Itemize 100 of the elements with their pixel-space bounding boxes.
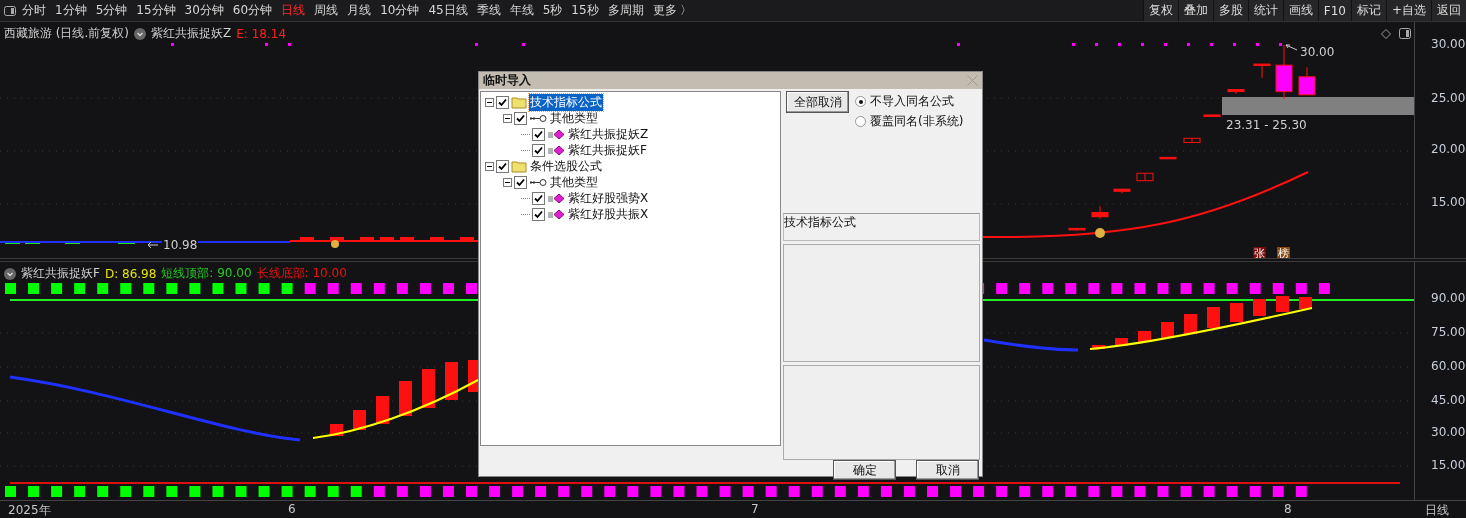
option-label[interactable]: 覆盖同名(非系统) [855, 113, 964, 130]
histogram-bar [1207, 307, 1220, 328]
checkbox[interactable] [532, 207, 545, 221]
histogram-bar [1138, 331, 1151, 342]
tree-item[interactable]: 紫红好股共振X [567, 205, 650, 223]
price-range-label: 23.31 - 25.30 [1225, 118, 1308, 132]
high-price-label: 30.00 [1299, 45, 1336, 59]
histogram-bar [1161, 322, 1174, 338]
period-tab[interactable]: 15秒 [571, 2, 599, 19]
candlestick [1253, 63, 1271, 79]
histogram-bar [1276, 296, 1289, 312]
period-tab[interactable]: 分时 [22, 2, 46, 19]
period-tab[interactable]: 5秒 [542, 2, 563, 19]
info-text: 技术指标公式 [784, 215, 856, 229]
axis-label: 30.00 [1431, 37, 1466, 51]
panel-toggle-icon[interactable] [1399, 28, 1411, 39]
checkbox[interactable] [496, 95, 509, 109]
checkbox[interactable] [514, 111, 527, 125]
tag-badge: 张 [1253, 247, 1266, 258]
tree-item[interactable]: 技术指标公式 [529, 93, 603, 111]
diamond-icon [547, 208, 565, 220]
collapse-icon[interactable] [503, 113, 512, 123]
histogram-bar [422, 369, 435, 408]
date-label: 6 [288, 502, 296, 516]
tree-item[interactable]: 紫红共振捉妖Z [567, 125, 650, 143]
diamond-icon [547, 192, 565, 204]
candlestick [1091, 205, 1109, 220]
histogram-bar [1230, 303, 1243, 322]
candlestick [1136, 172, 1154, 182]
sidebar-toggle-icon[interactable] [4, 5, 16, 16]
histogram-bar [1092, 345, 1105, 349]
tree-item[interactable]: 条件选股公式 [529, 157, 603, 175]
period-tab[interactable]: 多周期 [607, 2, 644, 19]
candlestick [1068, 227, 1086, 231]
toolbar-button[interactable]: 复权 [1142, 0, 1178, 21]
tree-item[interactable]: 其他类型 [549, 109, 599, 127]
dialog-button[interactable]: 确定 [833, 460, 896, 480]
low-price-label: 10.98 [162, 238, 199, 252]
folder-icon [511, 159, 527, 173]
toolbar-button[interactable]: 标记 [1350, 0, 1386, 21]
indicator-reading: D: 86.98 [104, 266, 157, 281]
period-tab[interactable]: 60分钟 [232, 2, 273, 19]
collapse-icon[interactable] [503, 177, 512, 187]
collapse-icon[interactable] [485, 97, 494, 107]
histogram-bar [1184, 314, 1197, 334]
clear-all-button[interactable]: 全部取消 [786, 91, 849, 113]
axis-label: 60.00 [1431, 359, 1466, 373]
toolbar-button[interactable]: 多股 [1212, 0, 1248, 21]
checkbox[interactable] [514, 175, 527, 189]
axis-label: 45.00 [1431, 393, 1466, 407]
tree-item[interactable]: 紫红好股强势X [567, 189, 650, 207]
toolbar-button[interactable]: F10 [1317, 0, 1351, 21]
checkbox[interactable] [532, 127, 545, 141]
period-tab[interactable]: 5分钟 [95, 2, 128, 19]
indicator-name: 紫红共振捉妖F [21, 265, 100, 282]
option-label[interactable]: 不导入同名公式 [855, 93, 964, 110]
histogram-bar [1299, 297, 1312, 309]
candlestick [1159, 156, 1177, 160]
arrow-icon [1284, 44, 1298, 52]
checkbox[interactable] [532, 191, 545, 205]
checkbox[interactable] [496, 159, 509, 173]
period-tab[interactable]: 15分钟 [136, 2, 176, 19]
toolbar-button[interactable]: 叠加 [1177, 0, 1213, 21]
period-tab[interactable]: 日线 [281, 2, 306, 19]
candlestick [1275, 44, 1293, 100]
period-tab[interactable]: 季线 [476, 2, 501, 19]
indicator-reading: 长线底部: 10.00 [256, 265, 347, 282]
histogram-bar [1253, 299, 1266, 316]
dropdown-icon[interactable] [4, 267, 16, 280]
candlestick [1203, 114, 1221, 117]
toolbar-button[interactable]: 统计 [1247, 0, 1283, 21]
tree-item[interactable]: 其他类型 [549, 173, 599, 191]
dropdown-icon[interactable] [134, 27, 146, 40]
toolbar-button[interactable]: +自选 [1385, 0, 1431, 21]
period-tab[interactable]: 月线 [347, 2, 372, 19]
period-tab[interactable]: 年线 [509, 2, 534, 19]
diamond-icon[interactable] [1381, 29, 1391, 39]
collapse-icon[interactable] [485, 161, 494, 171]
tree-item[interactable]: 紫红共振捉妖F [567, 141, 648, 159]
period-tab[interactable]: 10分钟 [380, 2, 420, 19]
stock-title: 西藏旅游 (日线.前复权) [4, 25, 129, 42]
period-tab[interactable]: 1分钟 [55, 2, 87, 19]
key-icon [529, 177, 547, 187]
checkbox[interactable] [532, 143, 545, 157]
histogram-bar [445, 362, 458, 400]
period-tab[interactable]: 更多 〉 [652, 2, 693, 19]
period-tab[interactable]: 45日线 [428, 2, 468, 19]
indicator-reading: E: 18.14 [236, 26, 287, 41]
radio-button[interactable] [855, 116, 866, 127]
radio-button[interactable] [855, 96, 866, 107]
toolbar-button[interactable]: 画线 [1282, 0, 1318, 21]
indicator-reading: 短线顶部: 90.00 [161, 265, 252, 282]
dialog-button[interactable]: 取消 [916, 460, 979, 480]
period-tab[interactable]: 周线 [314, 2, 339, 19]
period-tab[interactable]: 30分钟 [184, 2, 224, 19]
indicator-name: 紫红共振捉妖Z [151, 25, 232, 42]
axis-label: 15.00 [1431, 195, 1466, 209]
axis-label: 90.00 [1431, 291, 1466, 305]
toolbar-button[interactable]: 返回 [1431, 0, 1466, 21]
axis-label: 25.00 [1431, 91, 1466, 105]
